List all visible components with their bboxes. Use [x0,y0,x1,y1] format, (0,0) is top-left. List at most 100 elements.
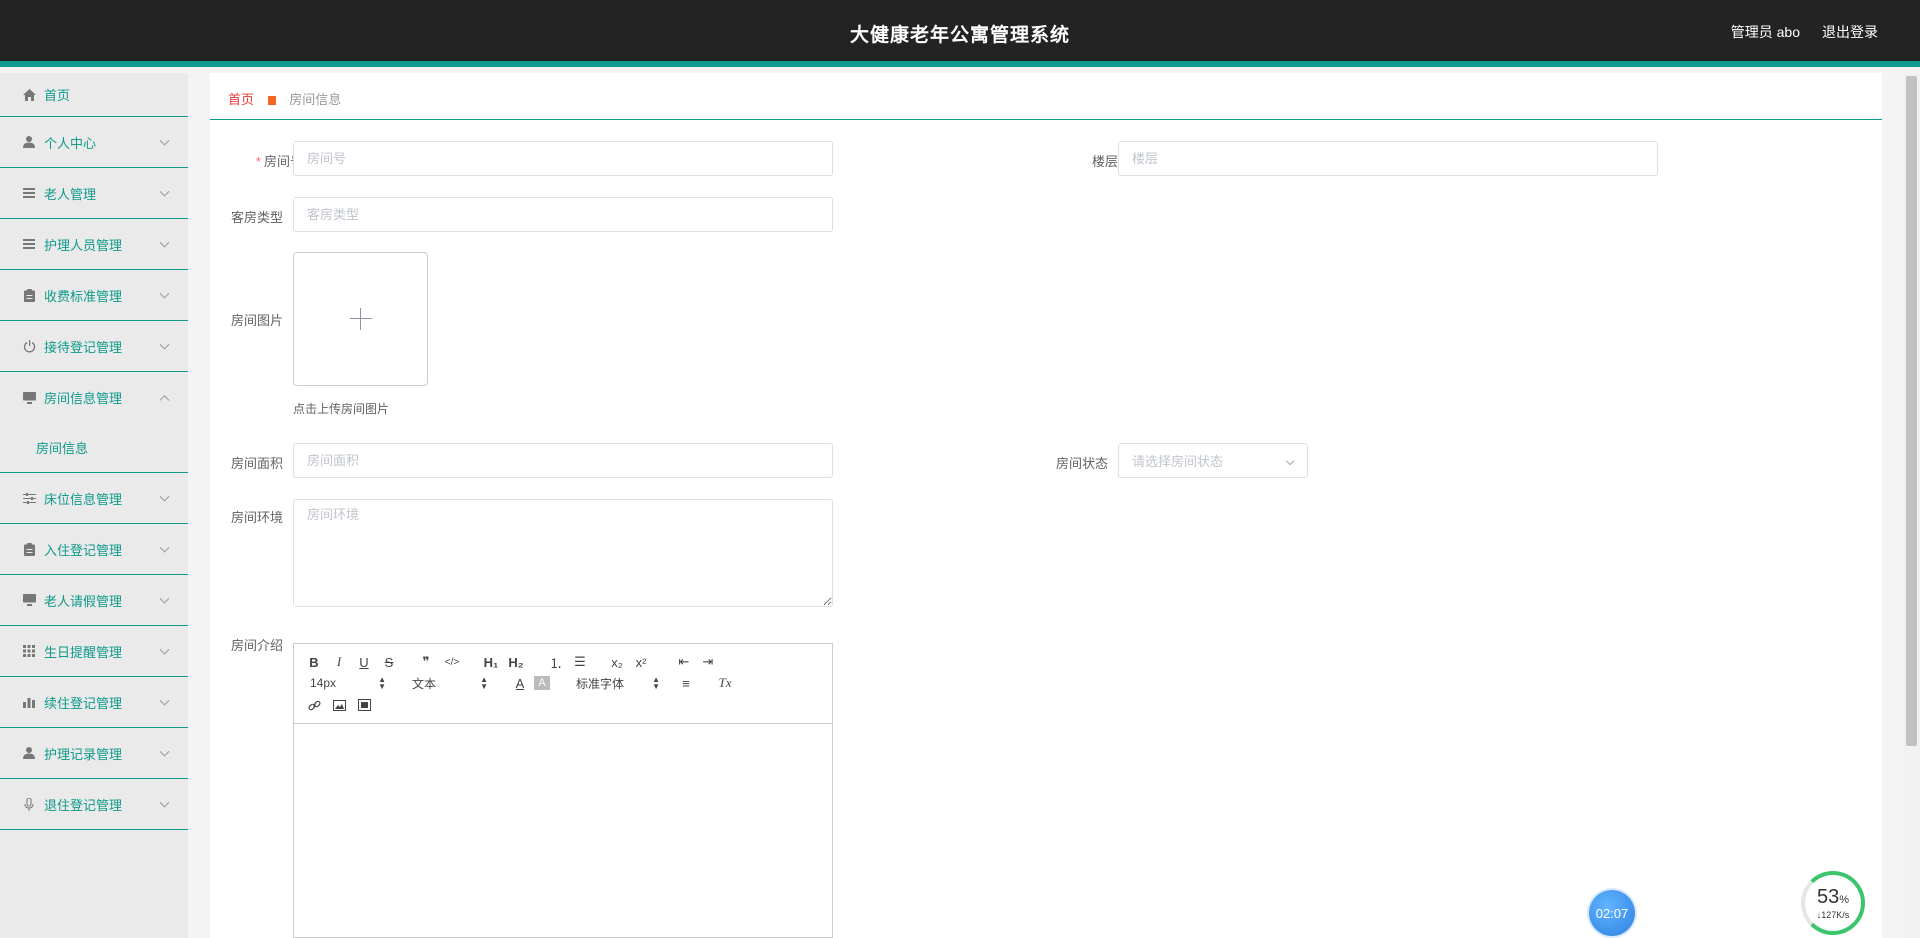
link-button[interactable] [306,696,322,714]
align-button[interactable]: ≡ [678,674,694,692]
code-button[interactable]: </> [442,653,462,671]
microphone-icon [22,797,36,811]
outdent-button[interactable]: ⇤ [676,653,692,671]
sidebar-item-room-info[interactable]: 房间信息管理 [0,372,188,423]
logout-link[interactable]: 退出登录 [1822,22,1878,42]
sidebar-item-profile[interactable]: 个人中心 [0,117,188,168]
list-icon [22,237,36,251]
bar-chart-icon [22,695,36,709]
user-icon [22,135,36,149]
updown-arrow-icon: ▲ ▼ [378,675,386,691]
video-button[interactable] [356,696,372,714]
bold-button[interactable]: B [306,653,322,671]
updown-arrow-icon: ▲ ▼ [652,675,660,691]
floor-input[interactable] [1118,141,1658,176]
breadcrumb-home[interactable]: 首页 [228,92,254,107]
main-content: 首页 房间信息 *房间号 楼层 客房类型 房间图片 点击上传房间图片 房间面积 … [210,73,1882,938]
chevron-down-icon [159,339,170,350]
chevron-down-icon [159,491,170,502]
scrollbar-thumb[interactable] [1906,76,1917,746]
h2-button[interactable]: H₂ [507,653,525,671]
chevron-down-icon [159,695,170,706]
h1-button[interactable]: H₁ [482,653,500,671]
clean-format-button[interactable]: Tx [716,674,734,692]
font-size-picker[interactable]: 14px ▲ ▼ [310,674,386,692]
plus-icon [349,308,372,330]
sidebar-item-fees[interactable]: 收费标准管理 [0,270,188,321]
page-scrollbar[interactable] [1903,73,1920,938]
sidebar-item-nurses[interactable]: 护理人员管理 [0,219,188,270]
room-area-input[interactable] [293,443,833,478]
room-number-input[interactable] [293,141,833,176]
room-intro-label: 房间介绍 [230,638,283,653]
underline-button[interactable]: U [356,653,372,671]
sidebar-item-care-records[interactable]: 护理记录管理 [0,728,188,779]
sidebar-item-label: 老人管理 [44,186,97,202]
room-image-label: 房间图片 [230,313,283,328]
room-status-select[interactable]: 请选择房间状态 [1118,443,1308,478]
superscript-button[interactable]: x² [632,653,650,671]
sidebar-item-checkout[interactable]: 退住登记管理 [0,779,188,830]
chevron-down-icon [159,593,170,604]
sidebar-item-renewal[interactable]: 续住登记管理 [0,677,188,728]
current-user: 管理员 abo [1730,24,1800,40]
breadcrumb-current: 房间信息 [289,92,342,107]
clipboard-icon [22,288,36,302]
text-color-button[interactable]: A [512,674,528,692]
sidebar-item-reception[interactable]: 接待登记管理 [0,321,188,372]
image-button[interactable] [331,696,347,714]
sidebar-subitem-room-info[interactable]: 房间信息 [0,423,188,473]
home-icon [22,88,36,102]
link-icon [307,700,321,710]
breadcrumb: 首页 房间信息 [228,89,341,108]
chevron-down-icon [159,186,170,197]
sidebar-item-label: 护理记录管理 [44,746,123,762]
sidebar-item-label: 生日提醒管理 [44,644,123,660]
timer-widget[interactable]: 02:07 [1589,890,1635,936]
sidebar-item-checkin[interactable]: 入住登记管理 [0,524,188,575]
image-icon [332,699,346,711]
video-icon [357,699,371,711]
sidebar-item-birthday[interactable]: 生日提醒管理 [0,626,188,677]
header-picker[interactable]: 文本 ▲ ▼ [412,674,488,692]
sidebar-item-leave[interactable]: 老人请假管理 [0,575,188,626]
chevron-down-icon [159,797,170,808]
room-type-input[interactable] [293,197,833,232]
floor-label: 楼层 [1091,154,1118,169]
sidebar-item-elderly[interactable]: 老人管理 [0,168,188,219]
sidebar-item-label: 个人中心 [44,135,97,151]
sidebar-item-label: 收费标准管理 [44,288,123,304]
sidebar-item-label: 退住登记管理 [44,797,123,813]
editor-body[interactable] [294,724,832,938]
room-env-label: 房间环境 [230,510,283,525]
image-upload-box[interactable] [293,252,428,386]
sidebar-item-label: 续住登记管理 [44,695,123,711]
breadcrumb-divider [210,119,1882,120]
editor-toolbar: B I U S ❞ </> H₁ H₂ ⒈ ☰ x₂ x² ⇤ ⇥ 14px ▲ ▼… [294,644,832,724]
ordered-list-button[interactable]: ⒈ [548,653,564,671]
room-env-textarea[interactable] [293,499,833,607]
list-icon [22,186,36,200]
sidebar-item-label: 入住登记管理 [44,542,123,558]
sidebar-item-label: 床位信息管理 [44,491,123,507]
indent-button[interactable]: ⇥ [700,653,716,671]
user-icon [22,746,36,760]
app-title: 大健康老年公寓管理系统 [849,25,1070,46]
network-speed-widget[interactable]: 53% ↓127K/s [1801,871,1865,935]
quote-button[interactable]: ❞ [418,653,434,671]
rich-text-editor: B I U S ❞ </> H₁ H₂ ⒈ ☰ x₂ x² ⇤ ⇥ 14px ▲ ▼… [293,643,833,938]
subscript-button[interactable]: x₂ [608,653,626,671]
font-family-picker[interactable]: 标准字体 ▲ ▼ [576,674,660,692]
sidebar-item-home[interactable]: 首页 [0,73,188,117]
bullet-list-button[interactable]: ☰ [572,653,588,671]
background-color-button[interactable]: A [534,676,550,690]
italic-button[interactable]: I [331,653,347,671]
sidebar-item-label: 护理人员管理 [44,237,123,253]
room-status-label: 房间状态 [1055,456,1108,471]
sidebar-item-beds[interactable]: 床位信息管理 [0,473,188,524]
room-type-label: 客房类型 [230,210,283,225]
chevron-down-icon [159,288,170,299]
breadcrumb-separator-icon [267,96,276,105]
strike-button[interactable]: S [381,653,397,671]
chevron-down-icon [159,542,170,553]
